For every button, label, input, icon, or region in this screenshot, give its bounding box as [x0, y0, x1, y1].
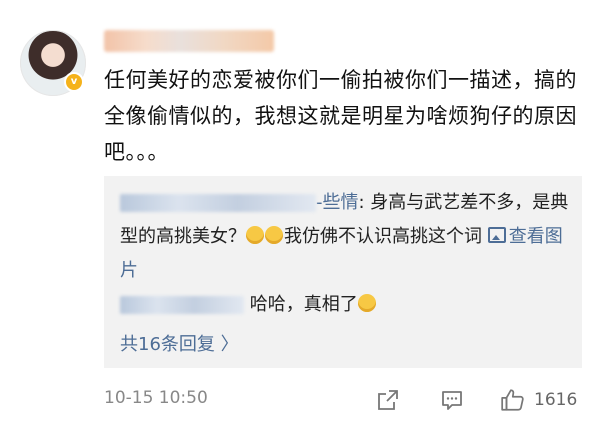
share-button[interactable]	[376, 386, 400, 414]
reply-box[interactable]: -些情: 身高与武艺差不多，是典型的高挑美女？ 我仿佛不认识高挑这个词 查看图片 …	[104, 176, 582, 368]
comment-icon	[442, 391, 462, 410]
emoji-icon	[246, 226, 264, 244]
total-replies-link[interactable]: 共16条回复 〉	[120, 328, 239, 362]
share-icon	[378, 390, 398, 410]
like-count: 1616	[534, 390, 578, 410]
timestamp: 10-15 10:50	[104, 388, 208, 408]
avatar-container[interactable]: v	[20, 30, 86, 96]
thumbs-up-icon	[501, 389, 524, 411]
reply-author-tail[interactable]: -些情	[316, 192, 359, 213]
like-button[interactable]: 1616	[500, 386, 577, 414]
reply-item: -些情: 身高与武艺差不多，是典型的高挑美女？ 我仿佛不认识高挑这个词 查看图片	[120, 186, 570, 288]
reply-text: 哈哈，真相了	[249, 294, 358, 315]
reply-item: 哈哈，真相了	[120, 288, 570, 322]
comment-footer: 10-15 10:50 1616	[104, 382, 582, 418]
comment-button[interactable]	[440, 386, 464, 414]
comment-text: 任何美好的恋爱被你们一偷拍被你们一描述，搞的全像偷情似的，我想这就是明星为啥烦狗…	[104, 68, 577, 164]
reply-text-part2: 我仿佛不认识高挑这个词	[284, 226, 482, 247]
emoji-icon	[265, 226, 283, 244]
username-blurred[interactable]	[104, 30, 274, 52]
verified-badge-icon: v	[64, 72, 84, 92]
emoji-icon	[357, 294, 376, 312]
reply-author-blurred[interactable]	[120, 296, 244, 314]
reply-author-blurred[interactable]	[120, 194, 316, 212]
picture-icon	[487, 227, 506, 243]
